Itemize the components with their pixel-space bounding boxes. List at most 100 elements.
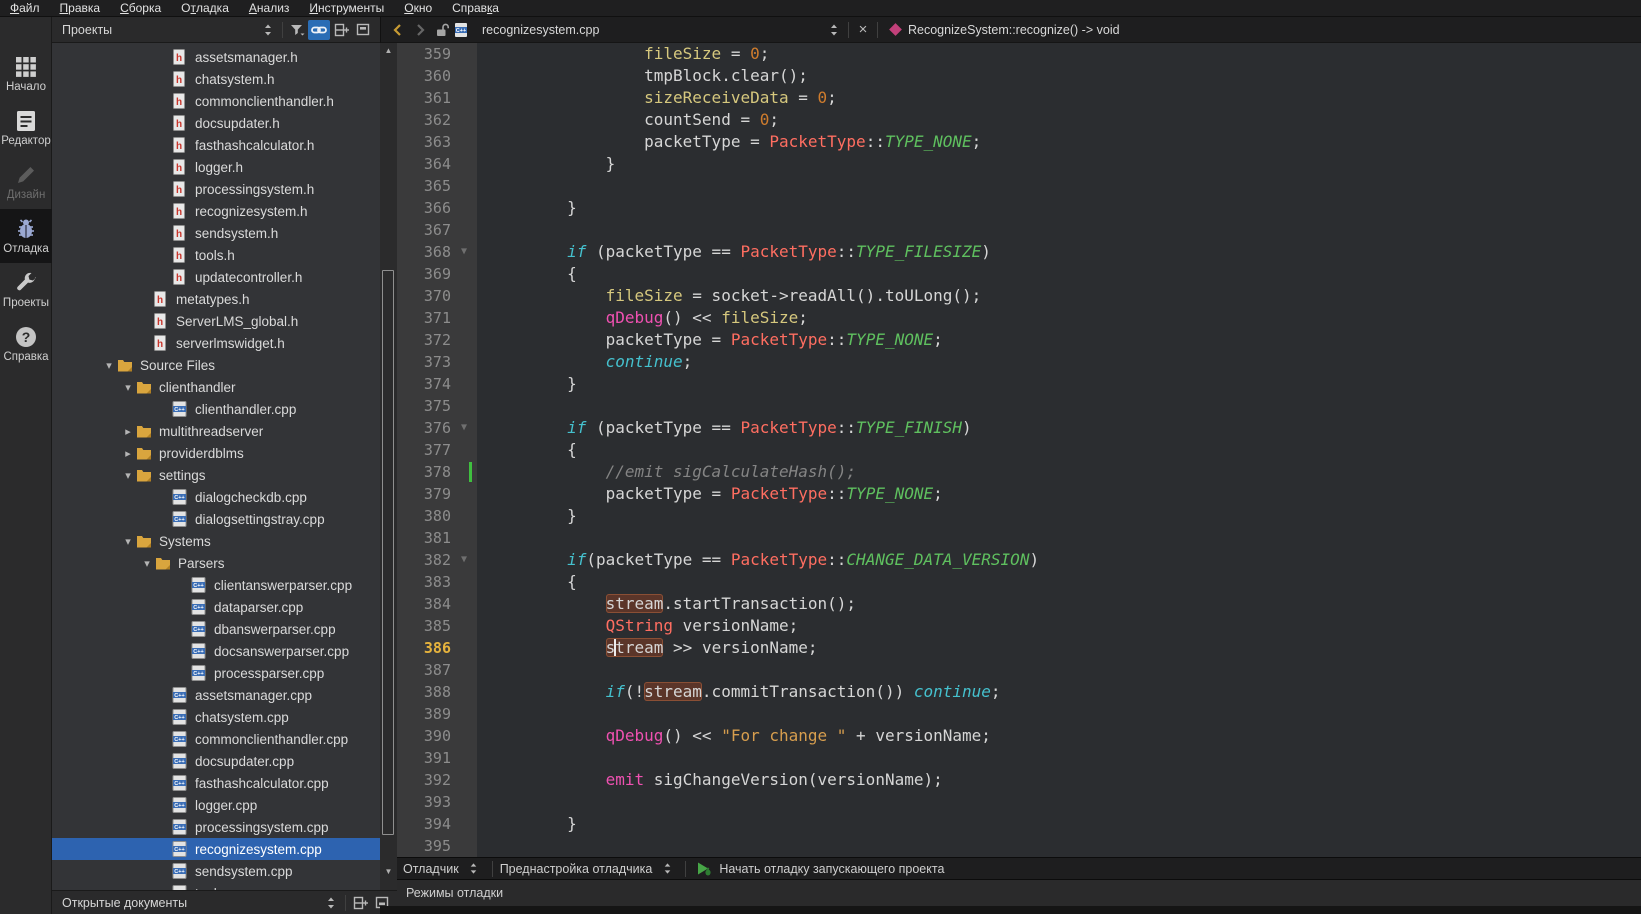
gutter-cell[interactable]: 361 — [397, 87, 477, 109]
mode-help[interactable]: ? Справка — [0, 317, 52, 371]
gutter-cell[interactable]: 373 — [397, 351, 477, 373]
gutter-cell[interactable]: 384 — [397, 593, 477, 615]
tree-item[interactable]: hfasthashcalculator.h — [52, 134, 380, 156]
code-line[interactable]: 371 qDebug() << fileSize; — [397, 307, 1641, 329]
tree-item[interactable]: C++dataparser.cpp — [52, 596, 380, 618]
menu-window[interactable]: Окно — [394, 0, 442, 17]
gutter-cell[interactable]: 368▼ — [397, 241, 477, 263]
preset-combo-arrows-icon[interactable] — [656, 859, 678, 879]
code-line[interactable]: 379 packetType = PacketType::TYPE_NONE; — [397, 483, 1641, 505]
menu-tools[interactable]: Инструменты — [299, 0, 394, 17]
gutter-cell[interactable]: 390 — [397, 725, 477, 747]
gutter-cell[interactable]: 379 — [397, 483, 477, 505]
tree-item[interactable]: ▾Source Files — [52, 354, 380, 376]
code-line[interactable]: 381 — [397, 527, 1641, 549]
tree-item[interactable]: C++chatsystem.cpp — [52, 706, 380, 728]
open-file-name[interactable]: recognizesystem.cpp — [482, 23, 599, 37]
code-line[interactable]: 393 — [397, 791, 1641, 813]
tree-item[interactable]: C++processingsystem.cpp — [52, 816, 380, 838]
gutter-cell[interactable]: 382▼ — [397, 549, 477, 571]
tree-item[interactable]: hchatsystem.h — [52, 68, 380, 90]
gutter-cell[interactable]: 363 — [397, 131, 477, 153]
gutter-cell[interactable]: 377 — [397, 439, 477, 461]
gutter-cell[interactable]: 394 — [397, 813, 477, 835]
start-debugging-label[interactable]: Начать отладку запускающего проекта — [719, 862, 944, 876]
scrollbar-thumb[interactable] — [382, 270, 394, 835]
code-line[interactable]: 373 continue; — [397, 351, 1641, 373]
tree-item[interactable]: C++fasthashcalculator.cpp — [52, 772, 380, 794]
code-line[interactable]: 369 { — [397, 263, 1641, 285]
fold-marker-icon[interactable]: ▼ — [451, 549, 477, 571]
menu-file[interactable]: Файл — [0, 0, 50, 17]
gutter-cell[interactable]: 389 — [397, 703, 477, 725]
code-line[interactable]: 385 QString versionName; — [397, 615, 1641, 637]
gutter-cell[interactable]: 383 — [397, 571, 477, 593]
gutter-cell[interactable]: 360 — [397, 65, 477, 87]
document-combo-arrows-icon[interactable] — [823, 20, 845, 40]
code-line[interactable]: 375 — [397, 395, 1641, 417]
mode-edit[interactable]: Редактор — [0, 101, 52, 155]
panel-combo-arrows-icon[interactable] — [257, 20, 279, 40]
code-editor[interactable]: 359 fileSize = 0;360 tmpBlock.clear();36… — [397, 43, 1641, 857]
tree-item[interactable]: hserverlmswidget.h — [52, 332, 380, 354]
gutter-cell[interactable]: 375 — [397, 395, 477, 417]
tree-item[interactable]: ▾Parsers — [52, 552, 380, 574]
code-line[interactable]: 392 emit sigChangeVersion(versionName); — [397, 769, 1641, 791]
menu-help[interactable]: Справка — [442, 0, 509, 17]
scroll-up-icon[interactable]: ▲ — [380, 43, 397, 57]
tree-item[interactable]: C++docsupdater.cpp — [52, 750, 380, 772]
code-line[interactable]: 377 { — [397, 439, 1641, 461]
split-panel-icon[interactable] — [330, 20, 352, 40]
expanded-arrow-icon[interactable]: ▾ — [120, 469, 136, 482]
code-line[interactable]: 372 packetType = PacketType::TYPE_NONE; — [397, 329, 1641, 351]
tree-item[interactable]: C++dialogsettingstray.cpp — [52, 508, 380, 530]
tree-item[interactable]: hprocessingsystem.h — [52, 178, 380, 200]
collapsed-arrow-icon[interactable]: ▸ — [120, 425, 136, 438]
code-line[interactable]: 366 } — [397, 197, 1641, 219]
fold-marker-icon[interactable]: ▼ — [451, 241, 477, 263]
code-line[interactable]: 374 } — [397, 373, 1641, 395]
gutter-cell[interactable]: 371 — [397, 307, 477, 329]
gutter-cell[interactable]: 392 — [397, 769, 477, 791]
code-line[interactable]: 384 stream.startTransaction(); — [397, 593, 1641, 615]
code-line[interactable]: 380 } — [397, 505, 1641, 527]
debugger-combo-label[interactable]: Отладчик — [403, 862, 459, 876]
gutter-cell[interactable]: 362 — [397, 109, 477, 131]
code-line[interactable]: 388 if(!stream.commitTransaction()) cont… — [397, 681, 1641, 703]
tree-scrollbar[interactable]: ▲ ▼ — [380, 43, 397, 890]
tree-item[interactable]: C++sendsystem.cpp — [52, 860, 380, 882]
go-back-icon[interactable] — [387, 20, 409, 40]
filter-icon[interactable] — [286, 20, 308, 40]
gutter-cell[interactable]: 378 — [397, 461, 477, 483]
tree-item[interactable]: C++logger.cpp — [52, 794, 380, 816]
tree-item[interactable]: C++dialogcheckdb.cpp — [52, 486, 380, 508]
code-line[interactable]: 359 fileSize = 0; — [397, 43, 1641, 65]
project-tree[interactable]: hassetsmanager.hhchatsystem.hhcommonclie… — [52, 43, 380, 890]
gutter-cell[interactable]: 374 — [397, 373, 477, 395]
gutter-cell[interactable]: 365 — [397, 175, 477, 197]
menu-debug[interactable]: Отладка — [171, 0, 239, 17]
mode-debug[interactable]: Отладка — [0, 209, 52, 263]
gutter-cell[interactable]: 367 — [397, 219, 477, 241]
code-line[interactable]: 370 fileSize = socket->readAll().toULong… — [397, 285, 1641, 307]
code-line[interactable]: 376▼ if (packetType == PacketType::TYPE_… — [397, 417, 1641, 439]
tree-item[interactable]: hdocsupdater.h — [52, 112, 380, 134]
menu-build[interactable]: Сборка — [110, 0, 171, 17]
tree-item[interactable]: ▾clienthandler — [52, 376, 380, 398]
tree-item[interactable]: hmetatypes.h — [52, 288, 380, 310]
tree-item[interactable]: C++clientanswerparser.cpp — [52, 574, 380, 596]
current-symbol[interactable]: RecognizeSystem::recognize() -> void — [908, 23, 1120, 37]
collapsed-arrow-icon[interactable]: ▸ — [120, 447, 136, 460]
code-line[interactable]: 363 packetType = PacketType::TYPE_NONE; — [397, 131, 1641, 153]
mode-welcome[interactable]: Начало — [0, 47, 52, 101]
tree-item[interactable]: C++dbanswerparser.cpp — [52, 618, 380, 640]
go-forward-icon[interactable] — [409, 20, 431, 40]
code-line[interactable]: 361 sizeReceiveData = 0; — [397, 87, 1641, 109]
gutter-cell[interactable]: 393 — [397, 791, 477, 813]
mode-projects[interactable]: Проекты — [0, 263, 52, 317]
start-debugging-icon[interactable] — [693, 859, 715, 879]
gutter-cell[interactable]: 366 — [397, 197, 477, 219]
code-line[interactable]: 389 — [397, 703, 1641, 725]
tree-item[interactable]: hsendsystem.h — [52, 222, 380, 244]
code-line[interactable]: 378 //emit sigCalculateHash(); — [397, 461, 1641, 483]
